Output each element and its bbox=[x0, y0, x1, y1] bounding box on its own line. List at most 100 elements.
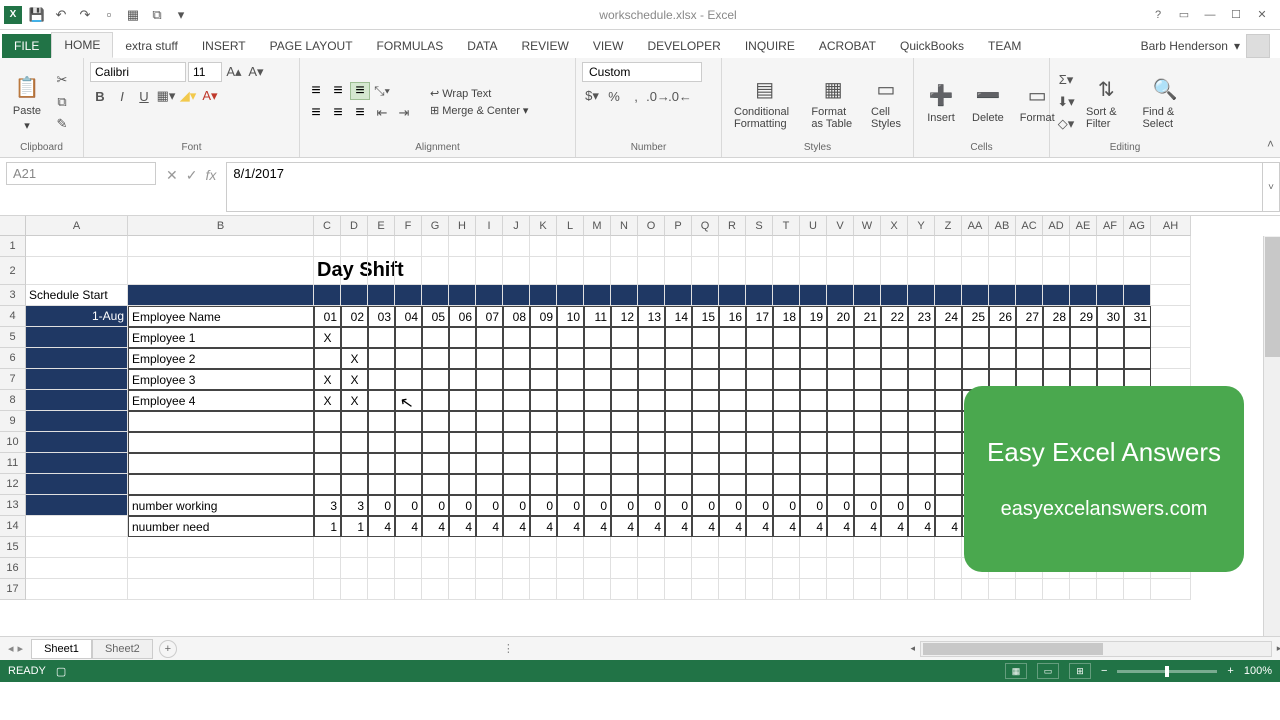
cell[interactable] bbox=[935, 537, 962, 558]
align-top-icon[interactable]: ≡ bbox=[306, 82, 326, 100]
cell[interactable] bbox=[368, 558, 395, 579]
cell[interactable]: 31 bbox=[1124, 306, 1151, 327]
cell[interactable]: 4 bbox=[773, 516, 800, 537]
cell[interactable] bbox=[530, 453, 557, 474]
cell[interactable] bbox=[449, 285, 476, 306]
cell[interactable] bbox=[503, 285, 530, 306]
cell[interactable] bbox=[1151, 579, 1191, 600]
cell[interactable] bbox=[557, 579, 584, 600]
cell[interactable] bbox=[395, 348, 422, 369]
cell[interactable] bbox=[476, 474, 503, 495]
cell[interactable] bbox=[638, 537, 665, 558]
cell[interactable] bbox=[773, 327, 800, 348]
sheet-nav-last-icon[interactable]: ▸ bbox=[18, 642, 24, 655]
cell[interactable] bbox=[881, 579, 908, 600]
avatar-icon[interactable] bbox=[1246, 34, 1270, 58]
cell[interactable] bbox=[314, 432, 341, 453]
cell[interactable] bbox=[989, 257, 1016, 285]
cell[interactable] bbox=[719, 453, 746, 474]
cell[interactable] bbox=[422, 579, 449, 600]
cell[interactable] bbox=[908, 390, 935, 411]
row-header[interactable]: 1 bbox=[0, 236, 26, 257]
cell[interactable]: 0 bbox=[692, 495, 719, 516]
cell[interactable] bbox=[584, 348, 611, 369]
cell[interactable] bbox=[854, 327, 881, 348]
cell[interactable] bbox=[26, 495, 128, 516]
cell[interactable] bbox=[665, 453, 692, 474]
cell[interactable] bbox=[476, 285, 503, 306]
cell[interactable] bbox=[395, 369, 422, 390]
cell[interactable]: 26 bbox=[989, 306, 1016, 327]
cell[interactable] bbox=[854, 369, 881, 390]
font-name-input[interactable] bbox=[90, 62, 186, 82]
col-header[interactable]: U bbox=[800, 216, 827, 236]
cell[interactable] bbox=[530, 257, 557, 285]
cell[interactable] bbox=[962, 327, 989, 348]
cell[interactable] bbox=[827, 257, 854, 285]
cell[interactable] bbox=[692, 257, 719, 285]
formatpainter-icon[interactable]: ✎ bbox=[52, 114, 72, 134]
cell[interactable] bbox=[773, 579, 800, 600]
zoom-slider[interactable] bbox=[1117, 670, 1217, 673]
cell[interactable] bbox=[638, 558, 665, 579]
cell[interactable] bbox=[962, 236, 989, 257]
cell[interactable] bbox=[422, 327, 449, 348]
cell[interactable] bbox=[881, 474, 908, 495]
cell[interactable] bbox=[26, 474, 128, 495]
cell[interactable] bbox=[422, 369, 449, 390]
col-header[interactable]: T bbox=[773, 216, 800, 236]
cell[interactable]: 4 bbox=[368, 516, 395, 537]
cell[interactable] bbox=[1124, 257, 1151, 285]
cell[interactable]: 0 bbox=[881, 495, 908, 516]
tab-file[interactable]: FILE bbox=[2, 34, 51, 58]
maximize-icon[interactable]: ☐ bbox=[1224, 5, 1248, 25]
cell[interactable] bbox=[962, 285, 989, 306]
cell[interactable] bbox=[1070, 327, 1097, 348]
cell[interactable] bbox=[584, 474, 611, 495]
format-as-table-button[interactable]: ▦Format as Table bbox=[805, 72, 861, 132]
cell[interactable] bbox=[800, 369, 827, 390]
cell[interactable] bbox=[1043, 579, 1070, 600]
cell[interactable] bbox=[1097, 348, 1124, 369]
cell[interactable] bbox=[476, 236, 503, 257]
cell[interactable] bbox=[1124, 327, 1151, 348]
cell[interactable] bbox=[881, 369, 908, 390]
cell[interactable] bbox=[503, 579, 530, 600]
cell[interactable] bbox=[638, 285, 665, 306]
cell[interactable] bbox=[773, 474, 800, 495]
select-all-button[interactable] bbox=[0, 216, 26, 236]
cell[interactable] bbox=[557, 236, 584, 257]
cell[interactable] bbox=[584, 411, 611, 432]
col-header[interactable]: N bbox=[611, 216, 638, 236]
cell[interactable] bbox=[638, 348, 665, 369]
cell[interactable] bbox=[746, 236, 773, 257]
cell[interactable]: 02 bbox=[341, 306, 368, 327]
cell[interactable] bbox=[719, 327, 746, 348]
cell[interactable]: 14 bbox=[665, 306, 692, 327]
cell[interactable] bbox=[746, 390, 773, 411]
cell[interactable]: 0 bbox=[638, 495, 665, 516]
cell[interactable]: 4 bbox=[395, 516, 422, 537]
view-pagelayout-icon[interactable]: ▭ bbox=[1037, 663, 1059, 679]
cell[interactable]: 4 bbox=[692, 516, 719, 537]
cell[interactable] bbox=[692, 432, 719, 453]
cell[interactable]: 0 bbox=[503, 495, 530, 516]
cell[interactable] bbox=[557, 257, 584, 285]
row-header[interactable]: 6 bbox=[0, 348, 26, 369]
cell[interactable] bbox=[476, 537, 503, 558]
fx-icon[interactable]: fx bbox=[205, 167, 216, 183]
cell[interactable] bbox=[908, 537, 935, 558]
cell[interactable] bbox=[449, 432, 476, 453]
cell[interactable] bbox=[26, 537, 128, 558]
cell[interactable]: 29 bbox=[1070, 306, 1097, 327]
cell[interactable] bbox=[719, 390, 746, 411]
cell[interactable] bbox=[800, 558, 827, 579]
cell[interactable] bbox=[1043, 327, 1070, 348]
cell[interactable] bbox=[476, 390, 503, 411]
cell[interactable]: 17 bbox=[746, 306, 773, 327]
cell[interactable] bbox=[1151, 285, 1191, 306]
cell[interactable]: 28 bbox=[1043, 306, 1070, 327]
undo-icon[interactable]: ↶ bbox=[52, 6, 70, 24]
tab-inquire[interactable]: INQUIRE bbox=[733, 34, 807, 58]
cell[interactable] bbox=[719, 411, 746, 432]
